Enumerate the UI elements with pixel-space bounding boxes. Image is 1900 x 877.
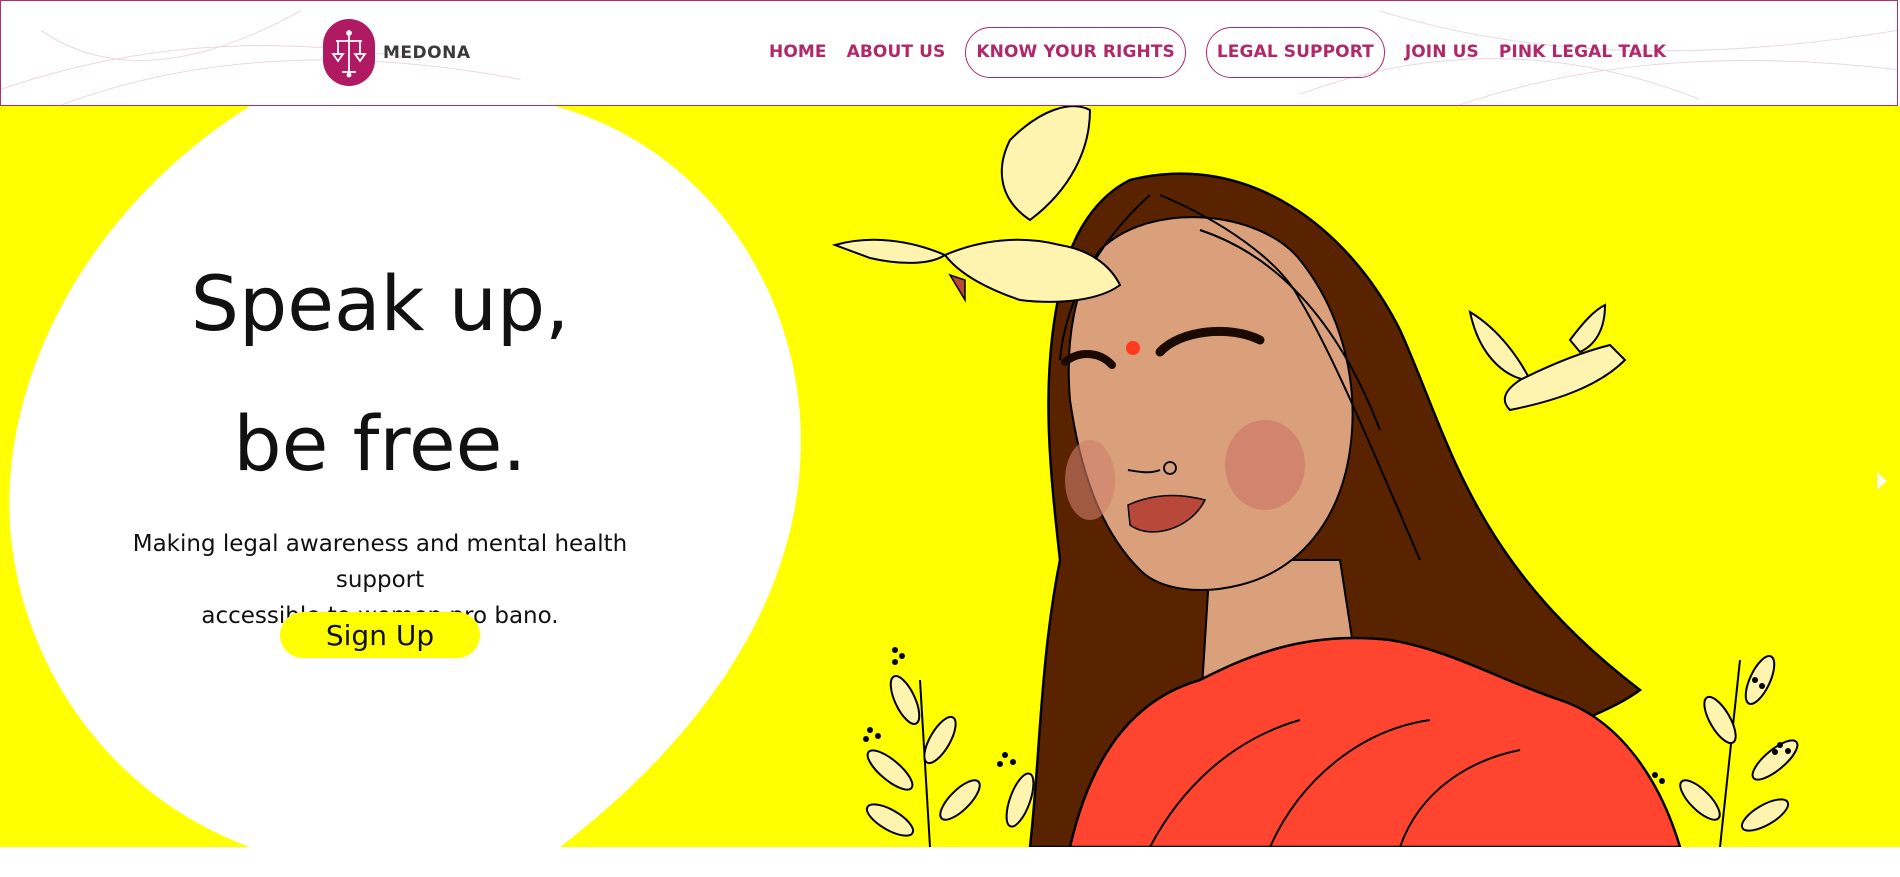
brand-logo[interactable]: MEDONA — [323, 19, 470, 86]
dove-left — [831, 106, 1122, 303]
nav-join-us[interactable]: JOIN US — [1405, 42, 1479, 62]
nav-pink-legal-talk[interactable]: PINK LEGAL TALK — [1499, 42, 1666, 62]
site-header: MEDONA HOME ABOUT US KNOW YOUR RIGHTS LE… — [0, 0, 1898, 106]
nav-home[interactable]: HOME — [769, 42, 827, 62]
hero-section: Speak up, be free. Making legal awarenes… — [0, 106, 1900, 847]
sign-up-button[interactable]: Sign Up — [280, 612, 480, 658]
scales-of-justice-icon — [323, 19, 375, 86]
hero-title-line-2: be free. — [233, 399, 527, 488]
bottom-strip — [0, 847, 1900, 877]
dove-right — [1468, 303, 1627, 412]
nav-legal-support[interactable]: LEGAL SUPPORT — [1205, 26, 1385, 78]
chevron-right-icon[interactable] — [1874, 470, 1890, 492]
nav-know-your-rights[interactable]: KNOW YOUR RIGHTS — [965, 26, 1186, 78]
brand-name: MEDONA — [383, 42, 471, 63]
nav-about-us[interactable]: ABOUT US — [847, 42, 946, 62]
hero-subtitle-line-1: Making legal awareness and mental health… — [132, 531, 628, 593]
leaf-sprig-right — [1679, 655, 1799, 847]
woman-with-doves-illustration — [831, 106, 1799, 847]
hero-title-line-1: Speak up, — [190, 259, 570, 348]
main-nav: HOME ABOUT US KNOW YOUR RIGHTS LEGAL SUP… — [769, 25, 1686, 79]
